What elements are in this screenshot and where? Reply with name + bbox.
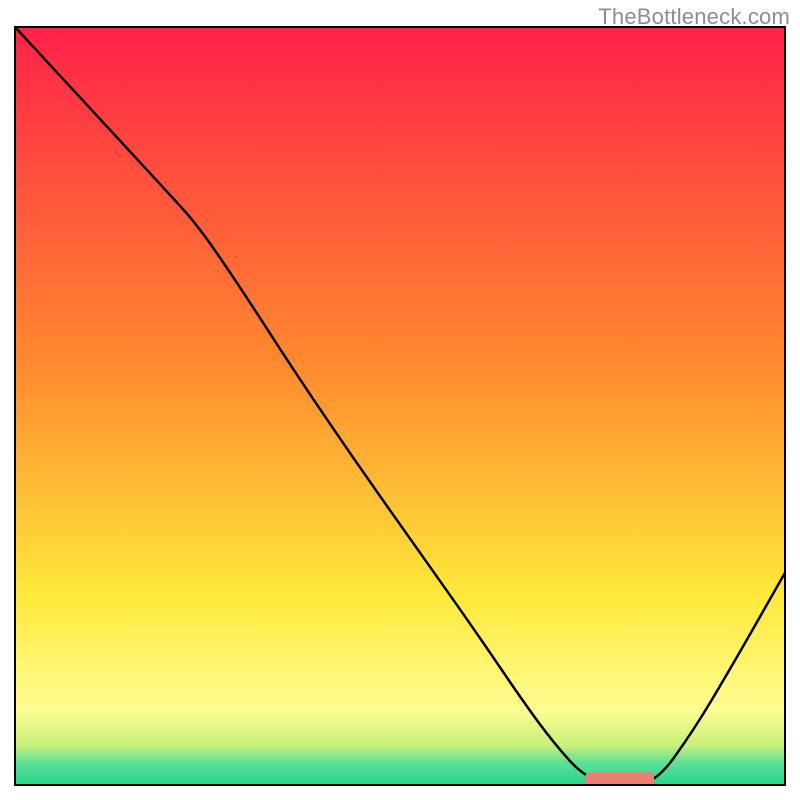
- valley-highlight: [585, 772, 654, 785]
- plot-background: [15, 27, 785, 785]
- chart-container: TheBottleneck.com: [0, 0, 800, 800]
- watermark-text: TheBottleneck.com: [598, 4, 790, 30]
- bottleneck-chart: [0, 0, 800, 800]
